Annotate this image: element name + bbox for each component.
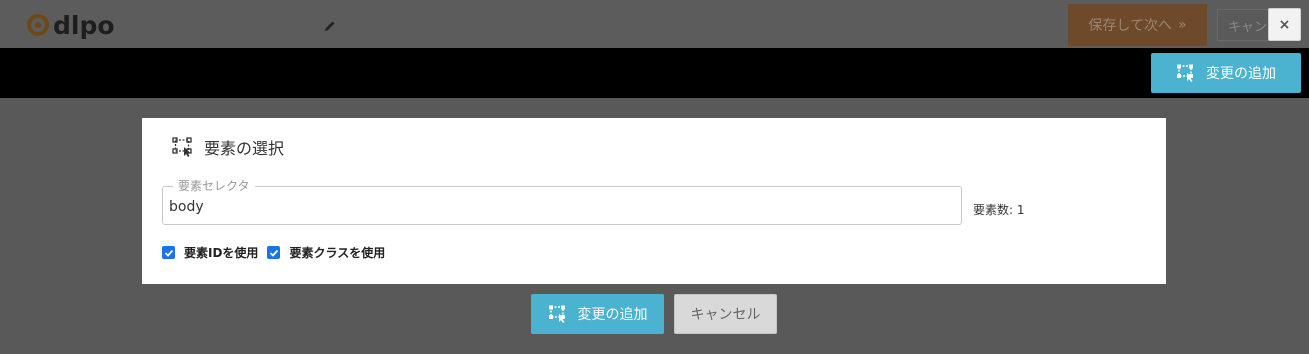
use-id-label[interactable]: 要素IDを使用: [184, 244, 258, 261]
toolbar: [0, 48, 1309, 98]
selector-legend: 要素セレクタ: [173, 177, 255, 194]
panel-title: 要素の選択: [172, 135, 284, 159]
close-icon: ×: [1278, 16, 1291, 33]
save-and-next-button[interactable]: 保存して次へ »: [1068, 4, 1207, 46]
logo: dlpo: [26, 10, 115, 40]
use-class-checkbox[interactable]: [267, 246, 281, 259]
app-header: dlpo 保存して次へ » キャンセル ×: [0, 0, 1309, 48]
chevron-double-right-icon: »: [1178, 17, 1187, 33]
save-and-next-label: 保存して次へ: [1088, 18, 1172, 34]
cancel-button[interactable]: キャンセル: [674, 294, 777, 334]
add-change-label-top: 変更の追加: [1206, 66, 1276, 82]
selector-icon: [172, 137, 192, 157]
add-change-label: 変更の追加: [577, 307, 648, 323]
element-selection-panel: 要素の選択 要素セレクタ body 要素数: 1 要素IDを使用 要素クラスを使…: [142, 118, 1166, 284]
pencil-icon[interactable]: [324, 17, 336, 36]
add-change-button-top[interactable]: 変更の追加: [1151, 53, 1301, 93]
add-change-button[interactable]: 変更の追加: [531, 294, 664, 334]
cancel-label: キャンセル: [690, 307, 761, 323]
element-count: 要素数: 1: [973, 203, 1025, 217]
use-class-label[interactable]: 要素クラスを使用: [289, 244, 385, 261]
selector-icon: [1177, 64, 1193, 82]
selector-icon: [548, 305, 565, 323]
logo-text: dlpo: [53, 10, 115, 40]
panel-title-text: 要素の選択: [204, 139, 285, 158]
close-button[interactable]: ×: [1268, 8, 1301, 41]
logo-mark-icon: [27, 14, 49, 36]
selector-field[interactable]: 要素セレクタ body: [162, 177, 962, 225]
option-checkboxes: 要素IDを使用 要素クラスを使用: [162, 244, 394, 261]
use-id-checkbox[interactable]: [162, 246, 175, 259]
check-icon: [164, 249, 173, 257]
check-icon: [269, 249, 279, 257]
selector-input[interactable]: body: [169, 199, 204, 215]
